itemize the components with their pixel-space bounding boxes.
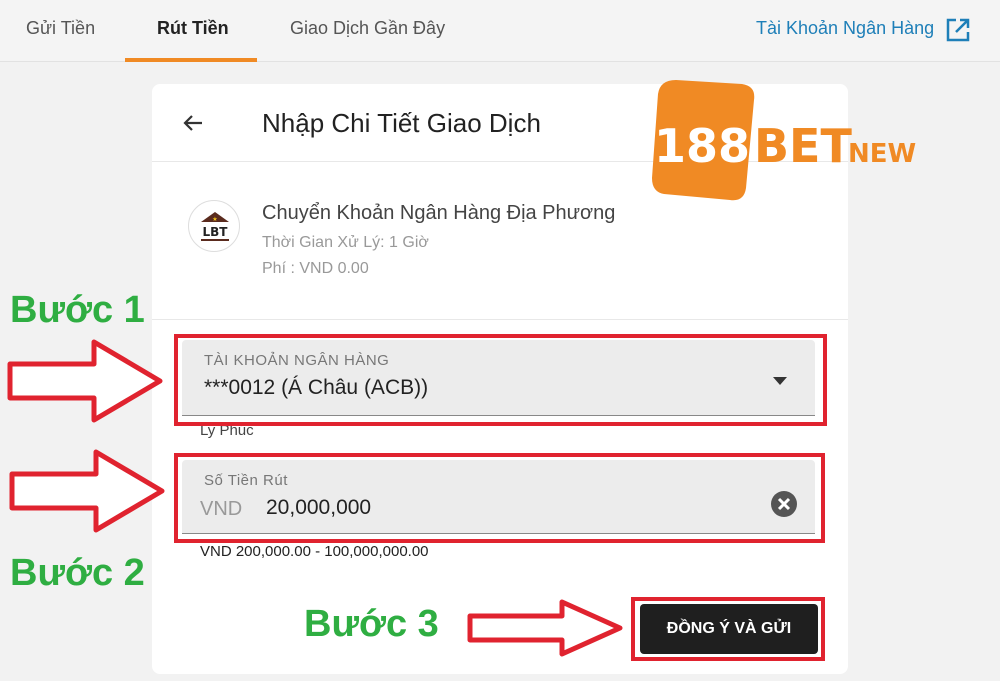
step3-arrow-icon xyxy=(467,599,623,657)
method-name: Chuyển Khoản Ngân Hàng Địa Phương xyxy=(262,202,616,224)
step1-arrow-icon xyxy=(7,339,163,423)
brand-logo: 188 BET NEW xyxy=(652,80,916,201)
amount-range-hint: VND 200,000.00 - 100,000,000.00 xyxy=(200,543,429,560)
active-tab-indicator xyxy=(125,58,257,62)
fee-text: Phí : VND 0.00 xyxy=(262,260,369,277)
processing-time: Thời Gian Xử Lý: 1 Giờ xyxy=(262,234,429,251)
top-navigation: Gửi Tiền Rút Tiền Giao Dịch Gần Đây Tài … xyxy=(0,0,1000,62)
step1-label: Bước 1 xyxy=(10,289,145,331)
tab-recent-transactions[interactable]: Giao Dịch Gần Đây xyxy=(290,18,445,39)
svg-text:★: ★ xyxy=(212,216,217,223)
brand-number: 188 xyxy=(654,119,750,173)
tab-deposit[interactable]: Gửi Tiền xyxy=(26,18,95,39)
step1-highlight xyxy=(174,334,827,426)
brand-bet: BET xyxy=(754,119,852,173)
step2-highlight xyxy=(174,453,825,543)
back-arrow-icon[interactable] xyxy=(178,108,208,138)
step3-highlight xyxy=(631,597,825,661)
brand-suffix: NEW xyxy=(848,139,916,169)
page-title: Nhập Chi Tiết Giao Dịch xyxy=(262,108,541,138)
step3-label: Bước 3 xyxy=(304,603,439,645)
external-link-icon[interactable] xyxy=(944,16,972,44)
bank-icon: ★ LBT xyxy=(188,200,240,252)
tab-withdraw[interactable]: Rút Tiền xyxy=(157,18,229,39)
step2-arrow-icon xyxy=(9,449,165,533)
bank-account-link[interactable]: Tài Khoản Ngân Hàng xyxy=(756,18,934,39)
step2-label: Bước 2 xyxy=(10,552,145,594)
bank-logo-text: LBT xyxy=(203,225,229,239)
